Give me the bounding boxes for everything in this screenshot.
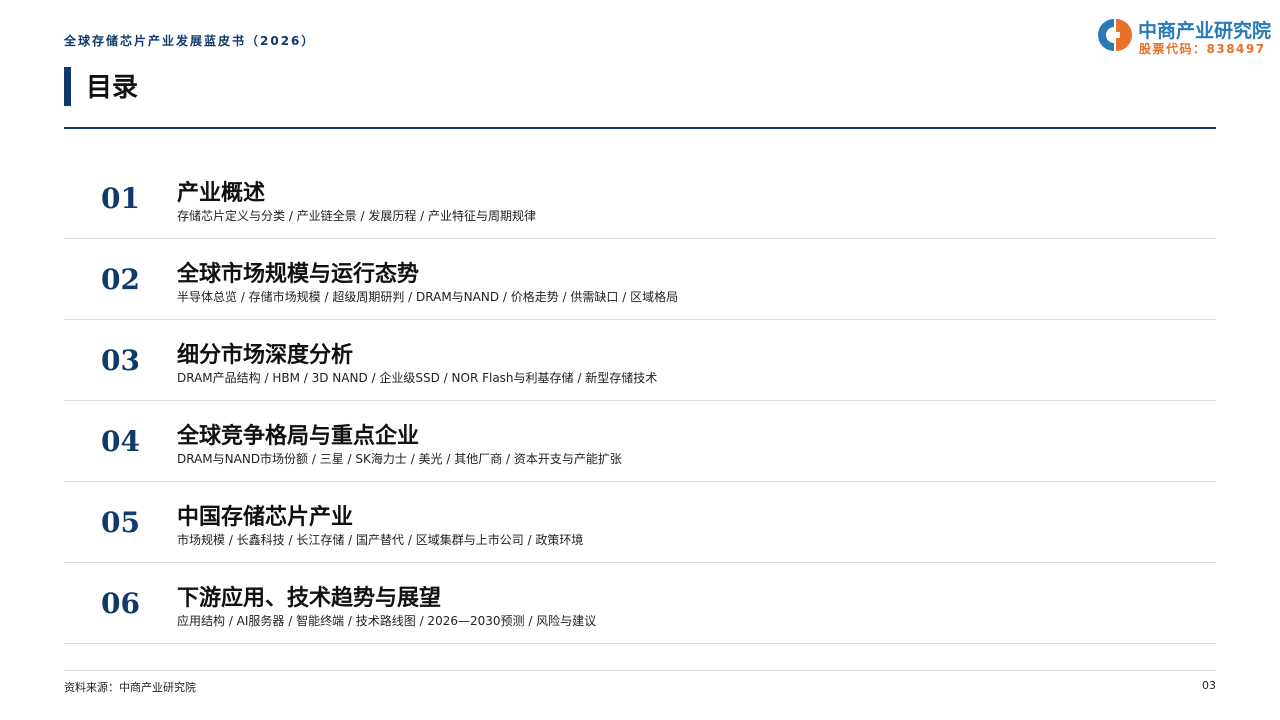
toc-subtopics: 市场规模 / 长鑫科技 / 长江存储 / 国产替代 / 区域集群与上市公司 / … — [177, 533, 584, 547]
footer-source: 资料来源：中商产业研究院 — [64, 681, 196, 694]
toc-heading: 下游应用、技术趋势与展望 — [177, 586, 442, 611]
toc-number: 06 — [101, 587, 140, 620]
toc-subtopics: DRAM产品结构 / HBM / 3D NAND / 企业级SSD / NOR … — [177, 371, 658, 385]
toc-number: 05 — [101, 506, 140, 539]
toc-item-01[interactable]: 01 产业概述 存储芯片定义与分类 / 产业链全景 / 发展历程 / 产业特征与… — [64, 158, 1216, 239]
title-accent-bar — [64, 67, 71, 106]
toc-subtopics: 应用结构 / AI服务器 / 智能终端 / 技术路线图 / 2026—2030预… — [177, 614, 597, 628]
company-logo-icon — [1098, 19, 1132, 51]
toc-item-06[interactable]: 06 下游应用、技术趋势与展望 应用结构 / AI服务器 / 智能终端 / 技术… — [64, 563, 1216, 644]
toc-number: 02 — [101, 263, 140, 296]
toc-heading: 中国存储芯片产业 — [177, 505, 354, 530]
page-title: 目录 — [86, 73, 139, 103]
toc-item-04[interactable]: 04 全球竞争格局与重点企业 DRAM与NAND市场份额 / 三星 / SK海力… — [64, 401, 1216, 482]
company-logo: 中商产业研究院 股票代码：838497 — [1096, 16, 1280, 56]
company-name: 中商产业研究院 — [1138, 20, 1272, 42]
document-title: 全球存储芯片产业发展蓝皮书（2026） — [64, 34, 316, 48]
toc-subtopics: 半导体总览 / 存储市场规模 / 超级周期研判 / DRAM与NAND / 价格… — [177, 290, 679, 304]
footer-divider — [64, 670, 1216, 671]
toc-number: 03 — [101, 344, 140, 377]
toc-subtopics: DRAM与NAND市场份额 / 三星 / SK海力士 / 美光 / 其他厂商 /… — [177, 452, 622, 466]
toc-subtopics: 存储芯片定义与分类 / 产业链全景 / 发展历程 / 产业特征与周期规律 — [177, 209, 537, 223]
stock-code: 股票代码：838497 — [1139, 42, 1266, 56]
toc-number: 01 — [101, 182, 140, 215]
toc-item-03[interactable]: 03 细分市场深度分析 DRAM产品结构 / HBM / 3D NAND / 企… — [64, 320, 1216, 401]
toc-heading: 细分市场深度分析 — [177, 343, 354, 368]
toc-heading: 全球市场规模与运行态势 — [177, 262, 420, 287]
toc-item-02[interactable]: 02 全球市场规模与运行态势 半导体总览 / 存储市场规模 / 超级周期研判 /… — [64, 239, 1216, 320]
toc-heading: 产业概述 — [177, 181, 266, 206]
toc-item-05[interactable]: 05 中国存储芯片产业 市场规模 / 长鑫科技 / 长江存储 / 国产替代 / … — [64, 482, 1216, 563]
toc-number: 04 — [101, 425, 140, 458]
header-divider — [64, 127, 1216, 129]
page-number: 03 — [1202, 679, 1216, 692]
toc-heading: 全球竞争格局与重点企业 — [177, 424, 420, 449]
table-of-contents: 01 产业概述 存储芯片定义与分类 / 产业链全景 / 发展历程 / 产业特征与… — [64, 158, 1216, 644]
